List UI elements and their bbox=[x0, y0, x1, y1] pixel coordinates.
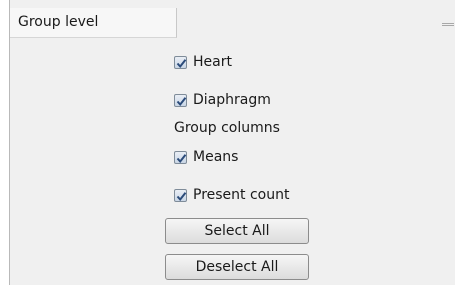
group-level-panel: Group level Heart Diaphragm Group column… bbox=[9, 0, 455, 285]
checkbox-present-count[interactable] bbox=[174, 188, 187, 202]
checkbox-means-label: Means bbox=[193, 149, 239, 165]
checkmark-icon bbox=[176, 58, 187, 68]
checkbox-diaphragm[interactable] bbox=[174, 93, 187, 107]
checkbox-means[interactable] bbox=[174, 150, 187, 164]
checkbox-means-row[interactable]: Means bbox=[174, 148, 238, 166]
deselect-all-button[interactable]: Deselect All bbox=[165, 254, 309, 280]
tab-group-level[interactable]: Group level bbox=[10, 8, 177, 38]
checkmark-icon bbox=[176, 96, 187, 106]
checkbox-heart-row[interactable]: Heart bbox=[174, 53, 232, 71]
checkbox-diaphragm-label: Diaphragm bbox=[193, 92, 271, 108]
checkmark-icon bbox=[176, 191, 187, 201]
checkbox-present-count-label: Present count bbox=[193, 187, 290, 203]
checkbox-heart[interactable] bbox=[174, 55, 187, 69]
checkbox-present-count-row[interactable]: Present count bbox=[174, 186, 289, 204]
minimize-icon[interactable] bbox=[442, 23, 454, 26]
tab-label: Group level bbox=[18, 14, 99, 30]
select-all-button[interactable]: Select All bbox=[165, 218, 309, 244]
checkbox-diaphragm-row[interactable]: Diaphragm bbox=[174, 91, 271, 109]
checkbox-heart-label: Heart bbox=[193, 54, 232, 70]
group-columns-heading: Group columns bbox=[174, 120, 280, 136]
tab-bar: Group level bbox=[10, 0, 455, 38]
checkmark-icon bbox=[176, 153, 187, 163]
